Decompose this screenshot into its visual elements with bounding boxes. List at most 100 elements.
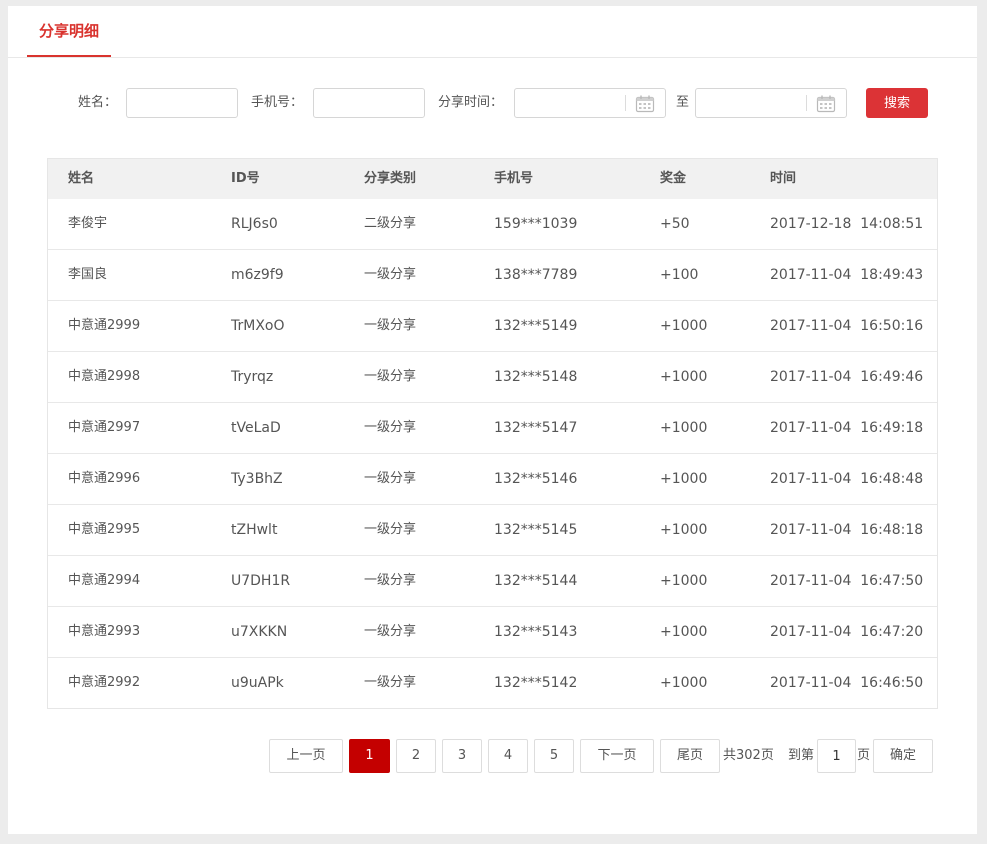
page-button-4[interactable]: 4 [488, 739, 528, 773]
cell-id: m6z9f9 [231, 267, 284, 283]
cell-share-type: 一级分享 [364, 420, 417, 435]
cell-phone: 132***5149 [494, 318, 578, 334]
cell-time: 2017-12-18 14:08:51 [770, 216, 924, 232]
cell-time: 2017-11-04 16:50:16 [770, 318, 924, 334]
cell-id: u9uAPk [231, 675, 284, 691]
cell-share-type: 一级分享 [364, 522, 417, 537]
table-row: 中意通2995 tZHwlt 一级分享 132***5145 +1000 201… [48, 504, 937, 555]
name-input[interactable] [126, 88, 238, 118]
goto-label: 到第 [788, 748, 815, 763]
to-label: 至 [676, 95, 690, 110]
cell-time: 2017-11-04 16:48:18 [770, 522, 924, 538]
last-page-button[interactable]: 尾页 [660, 739, 720, 773]
cell-name: 中意通2997 [68, 420, 141, 435]
cell-bonus: +1000 [660, 624, 708, 640]
start-date-field[interactable] [514, 88, 666, 118]
page-button-3[interactable]: 3 [442, 739, 482, 773]
cell-time: 2017-11-04 16:46:50 [770, 675, 924, 691]
cell-bonus: +1000 [660, 471, 708, 487]
cell-id: tZHwlt [231, 522, 278, 538]
table-header: 姓名 ID号 分享类别 手机号 奖金 时间 [48, 159, 937, 199]
cell-share-type: 一级分享 [364, 318, 417, 333]
divider [806, 95, 807, 111]
cell-share-type: 一级分享 [364, 675, 417, 690]
cell-bonus: +100 [660, 267, 699, 283]
page-button-5[interactable]: 5 [534, 739, 574, 773]
cell-bonus: +50 [660, 216, 690, 232]
cell-id: Ty3BhZ [231, 471, 283, 487]
column-header-bonus: 奖金 [660, 171, 687, 186]
column-header-id: ID号 [231, 171, 260, 186]
cell-name: 中意通2999 [68, 318, 141, 333]
end-date-field[interactable] [695, 88, 847, 118]
tab-bar: 分享明细 [8, 6, 977, 58]
table-row: 李国良 m6z9f9 一级分享 138***7789 +100 2017-11-… [48, 249, 937, 300]
cell-id: tVeLaD [231, 420, 281, 436]
cell-name: 中意通2998 [68, 369, 141, 384]
prev-page-button[interactable]: 上一页 [269, 739, 343, 773]
cell-name: 李国良 [68, 267, 108, 282]
cell-id: RLJ6s0 [231, 216, 278, 232]
cell-time: 2017-11-04 16:49:46 [770, 369, 924, 385]
cell-bonus: +1000 [660, 573, 708, 589]
cell-phone: 132***5147 [494, 420, 578, 436]
cell-time: 2017-11-04 16:49:18 [770, 420, 924, 436]
cell-bonus: +1000 [660, 318, 708, 334]
cell-name: 中意通2993 [68, 624, 141, 639]
cell-share-type: 一级分享 [364, 267, 417, 282]
cell-id: u7XKKN [231, 624, 288, 640]
cell-name: 中意通2995 [68, 522, 141, 537]
page-suffix-label: 页 [857, 748, 871, 763]
table-row: 中意通2998 Tryrqz 一级分享 132***5148 +1000 201… [48, 351, 937, 402]
cell-phone: 132***5145 [494, 522, 578, 538]
share-time-label: 分享时间： [438, 95, 504, 110]
cell-name: 李俊宇 [68, 216, 108, 231]
table-row: 中意通2996 Ty3BhZ 一级分享 132***5146 +1000 201… [48, 453, 937, 504]
cell-bonus: +1000 [660, 675, 708, 691]
table-body: 李俊宇 RLJ6s0 二级分享 159***1039 +50 2017-12-1… [48, 199, 937, 708]
table-row: 中意通2999 TrMXoO 一级分享 132***5149 +1000 201… [48, 300, 937, 351]
next-page-button[interactable]: 下一页 [580, 739, 654, 773]
cell-id: TrMXoO [231, 318, 285, 334]
cell-time: 2017-11-04 16:47:20 [770, 624, 924, 640]
page-button-2[interactable]: 2 [396, 739, 436, 773]
goto-page-input[interactable] [817, 739, 856, 773]
column-header-name: 姓名 [68, 171, 95, 186]
search-button[interactable]: 搜索 [866, 88, 928, 118]
tab-share-details[interactable]: 分享明细 [27, 6, 111, 57]
phone-input[interactable] [313, 88, 425, 118]
cell-phone: 159***1039 [494, 216, 578, 232]
cell-name: 中意通2994 [68, 573, 141, 588]
column-header-time: 时间 [770, 171, 797, 186]
calendar-icon[interactable] [816, 95, 836, 113]
cell-id: Tryrqz [231, 369, 274, 385]
pagination: 上一页 1 2 3 4 5 下一页 尾页 共302页 到第 页 确定 [8, 739, 977, 775]
page-button-1[interactable]: 1 [349, 739, 390, 773]
cell-id: U7DH1R [231, 573, 291, 589]
column-header-share-type: 分享类别 [364, 171, 417, 186]
cell-phone: 132***5143 [494, 624, 578, 640]
cell-share-type: 一级分享 [364, 369, 417, 384]
cell-name: 中意通2996 [68, 471, 141, 486]
cell-phone: 138***7789 [494, 267, 578, 283]
phone-label: 手机号： [251, 95, 304, 110]
share-details-table: 姓名 ID号 分享类别 手机号 奖金 时间 李俊宇 RLJ6s0 二级分享 15… [47, 158, 938, 709]
cell-share-type: 二级分享 [364, 216, 417, 231]
content-panel: 分享明细 姓名： 手机号： 分享时间： 至 搜索 姓名 ID号 分享类别 手机号… [8, 6, 977, 834]
table-row: 李俊宇 RLJ6s0 二级分享 159***1039 +50 2017-12-1… [48, 199, 937, 249]
cell-time: 2017-11-04 16:48:48 [770, 471, 924, 487]
cell-bonus: +1000 [660, 420, 708, 436]
cell-name: 中意通2992 [68, 675, 141, 690]
cell-phone: 132***5144 [494, 573, 578, 589]
table-row: 中意通2992 u9uAPk 一级分享 132***5142 +1000 201… [48, 657, 937, 708]
calendar-icon[interactable] [635, 95, 655, 113]
table-row: 中意通2997 tVeLaD 一级分享 132***5147 +1000 201… [48, 402, 937, 453]
end-date-input[interactable] [696, 89, 806, 117]
start-date-input[interactable] [515, 89, 625, 117]
table-row: 中意通2993 u7XKKN 一级分享 132***5143 +1000 201… [48, 606, 937, 657]
confirm-button[interactable]: 确定 [873, 739, 933, 773]
cell-bonus: +1000 [660, 369, 708, 385]
cell-phone: 132***5142 [494, 675, 578, 691]
total-pages-text: 共302页 [723, 748, 774, 763]
table-row: 中意通2994 U7DH1R 一级分享 132***5144 +1000 201… [48, 555, 937, 606]
